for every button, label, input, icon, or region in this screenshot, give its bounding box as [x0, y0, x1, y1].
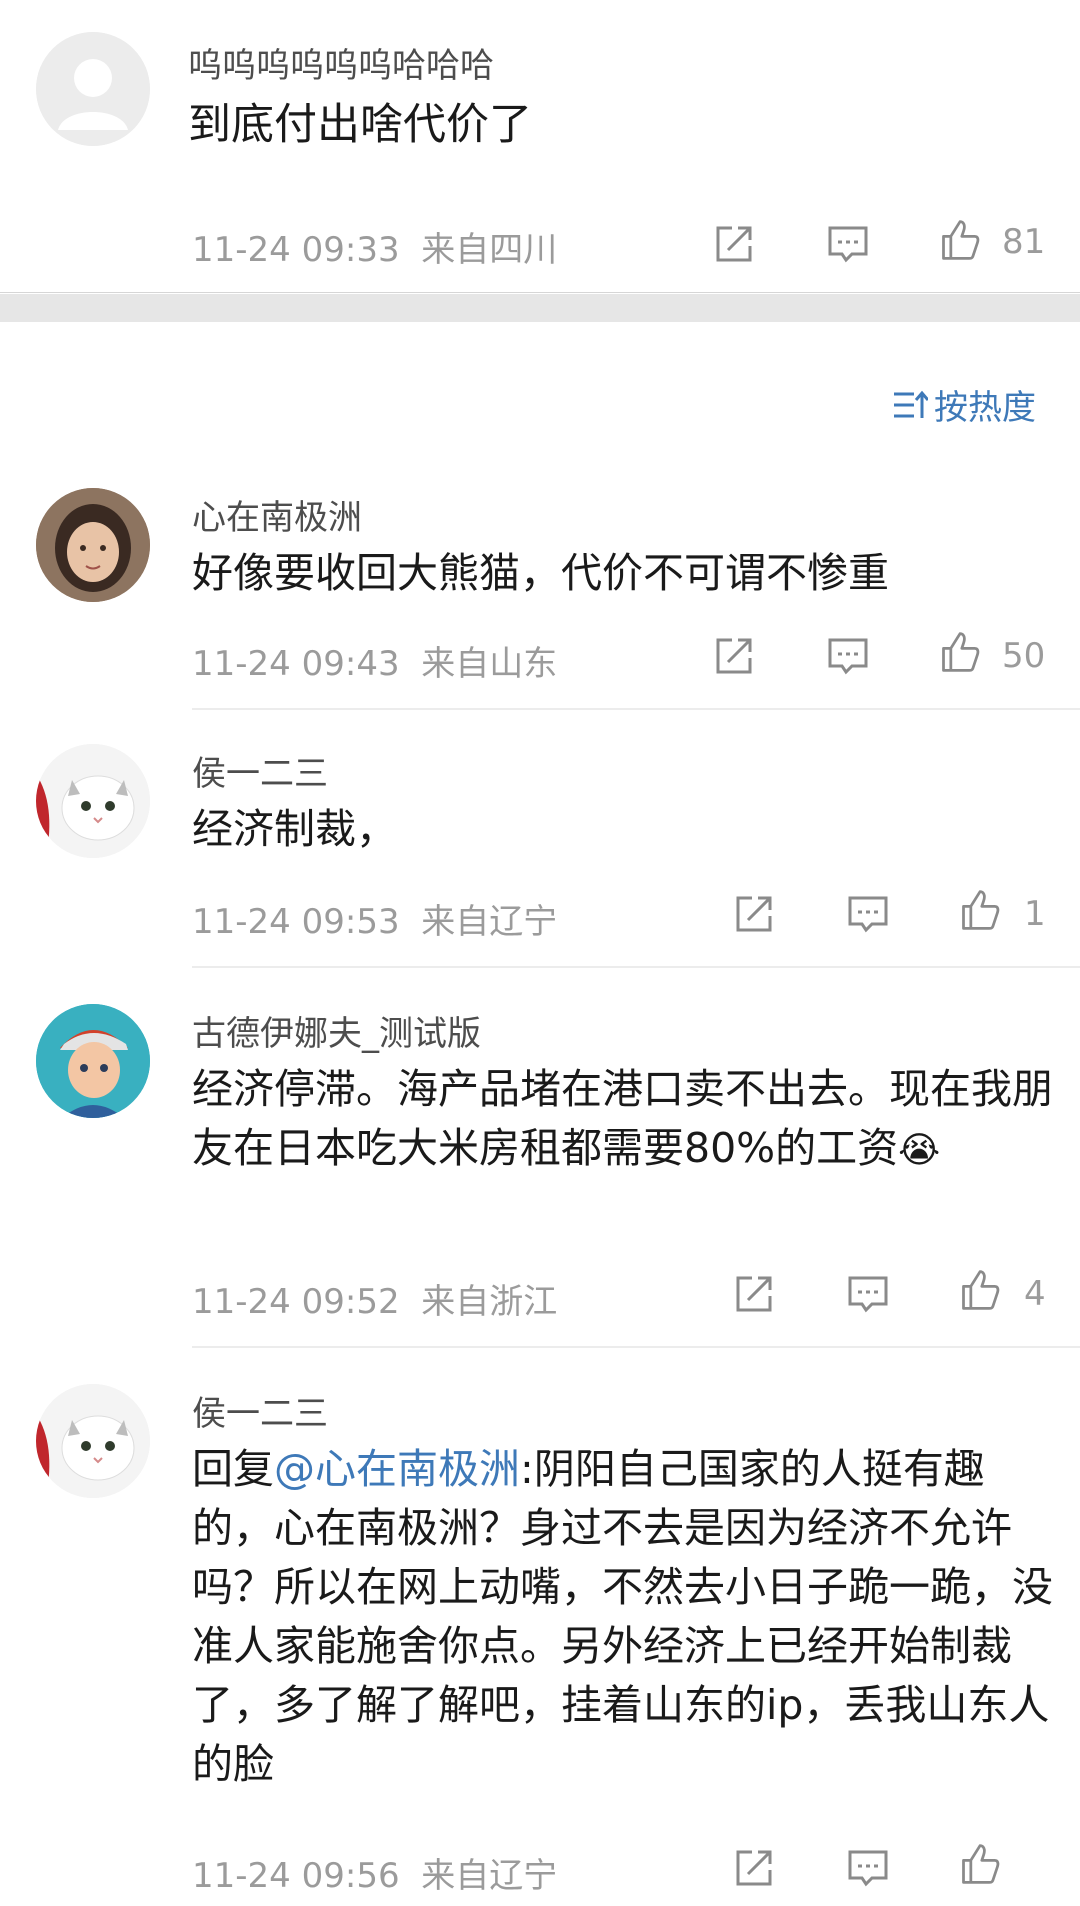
like-count: 1 [1024, 894, 1046, 934]
comment-text: 经济制裁， [192, 805, 397, 853]
timestamp: 11-24 09:43 [192, 644, 400, 684]
comment-meta: 11-24 09:43 来自山东 [192, 636, 557, 685]
like-icon[interactable] [958, 1842, 1002, 1886]
comment-text: 到底付出啥代价了 [188, 100, 532, 150]
like-count: 50 [1002, 636, 1046, 676]
like-icon[interactable] [958, 888, 1002, 932]
sort-by-hot-button[interactable]: 按热度 [892, 380, 1036, 429]
location: 来自浙江 [421, 1282, 558, 1322]
sort-label: 按热度 [934, 388, 1036, 428]
share-icon[interactable] [732, 1846, 776, 1890]
default-avatar[interactable] [36, 32, 150, 146]
comment-icon[interactable] [826, 634, 870, 678]
section-gap [0, 294, 1080, 322]
avatar[interactable] [36, 744, 150, 858]
username[interactable]: 古德伊娜夫_测试版 [192, 1006, 481, 1055]
comment-body: :阴阳自己国家的人挺有趣的，心在南极洲？身过不去是因为经济不允许吗？所以在网上动… [192, 1445, 1053, 1788]
share-icon[interactable] [712, 222, 756, 266]
like-icon[interactable] [938, 218, 982, 262]
comment-meta: 11-24 09:53 来自辽宁 [192, 894, 557, 943]
comment-meta: 11-24 09:52 来自浙江 [192, 1274, 557, 1323]
comment-icon[interactable] [846, 1846, 890, 1890]
username[interactable]: 侯一二三 [192, 1386, 328, 1435]
like-icon[interactable] [938, 630, 982, 674]
divider [192, 1346, 1080, 1348]
comment-text: 经济停滞。海产品堵在港口卖不出去。现在我朋友在日本吃大米房租都需要80%的工资😭 [192, 1060, 1062, 1180]
avatar[interactable] [36, 488, 150, 602]
top-post: 呜呜呜呜呜呜哈哈哈 到底付出啥代价了 11-24 09:33 来自四川 81 [0, 0, 1080, 293]
username[interactable]: 心在南极洲 [192, 490, 362, 539]
user-photo-cat [36, 1384, 150, 1498]
default-user-icon [36, 32, 150, 146]
comment-meta: 11-24 09:56 来自辽宁 [192, 1848, 557, 1897]
timestamp: 11-24 09:53 [192, 902, 400, 942]
user-photo-cartoon-boy [36, 1004, 150, 1118]
share-icon[interactable] [732, 892, 776, 936]
comment-icon[interactable] [846, 892, 890, 936]
user-photo-girl [36, 488, 150, 602]
location: 来自辽宁 [421, 902, 558, 942]
share-icon[interactable] [732, 1272, 776, 1316]
avatar[interactable] [36, 1004, 150, 1118]
avatar[interactable] [36, 1384, 150, 1498]
divider [192, 966, 1080, 968]
username[interactable]: 呜呜呜呜呜呜哈哈哈 [188, 38, 494, 87]
comment-icon[interactable] [846, 1272, 890, 1316]
comment-meta: 11-24 09:33 来自四川 [192, 222, 557, 271]
divider [192, 708, 1080, 710]
comment-icon[interactable] [826, 222, 870, 266]
location: 来自四川 [421, 230, 558, 270]
comment-text: 好像要收回大熊猫，代价不可谓不惨重 [192, 549, 889, 597]
comment-text: 回复@心在南极洲:阴阳自己国家的人挺有趣的，心在南极洲？身过不去是因为经济不允许… [192, 1440, 1062, 1794]
sort-icon [894, 390, 928, 418]
like-count: 4 [1024, 1274, 1046, 1314]
crying-emoji: 😭 [898, 1130, 941, 1171]
like-icon[interactable] [958, 1268, 1002, 1312]
timestamp: 11-24 09:33 [192, 230, 400, 270]
reply-prefix: 回复 [192, 1445, 274, 1493]
location: 来自辽宁 [421, 1856, 558, 1896]
timestamp: 11-24 09:52 [192, 1282, 400, 1322]
location: 来自山东 [421, 644, 558, 684]
user-photo-cat [36, 744, 150, 858]
timestamp: 11-24 09:56 [192, 1856, 400, 1896]
like-count: 81 [1002, 222, 1046, 262]
mention-link[interactable]: @心在南极洲 [274, 1445, 520, 1493]
share-icon[interactable] [712, 634, 756, 678]
username[interactable]: 侯一二三 [192, 746, 328, 795]
